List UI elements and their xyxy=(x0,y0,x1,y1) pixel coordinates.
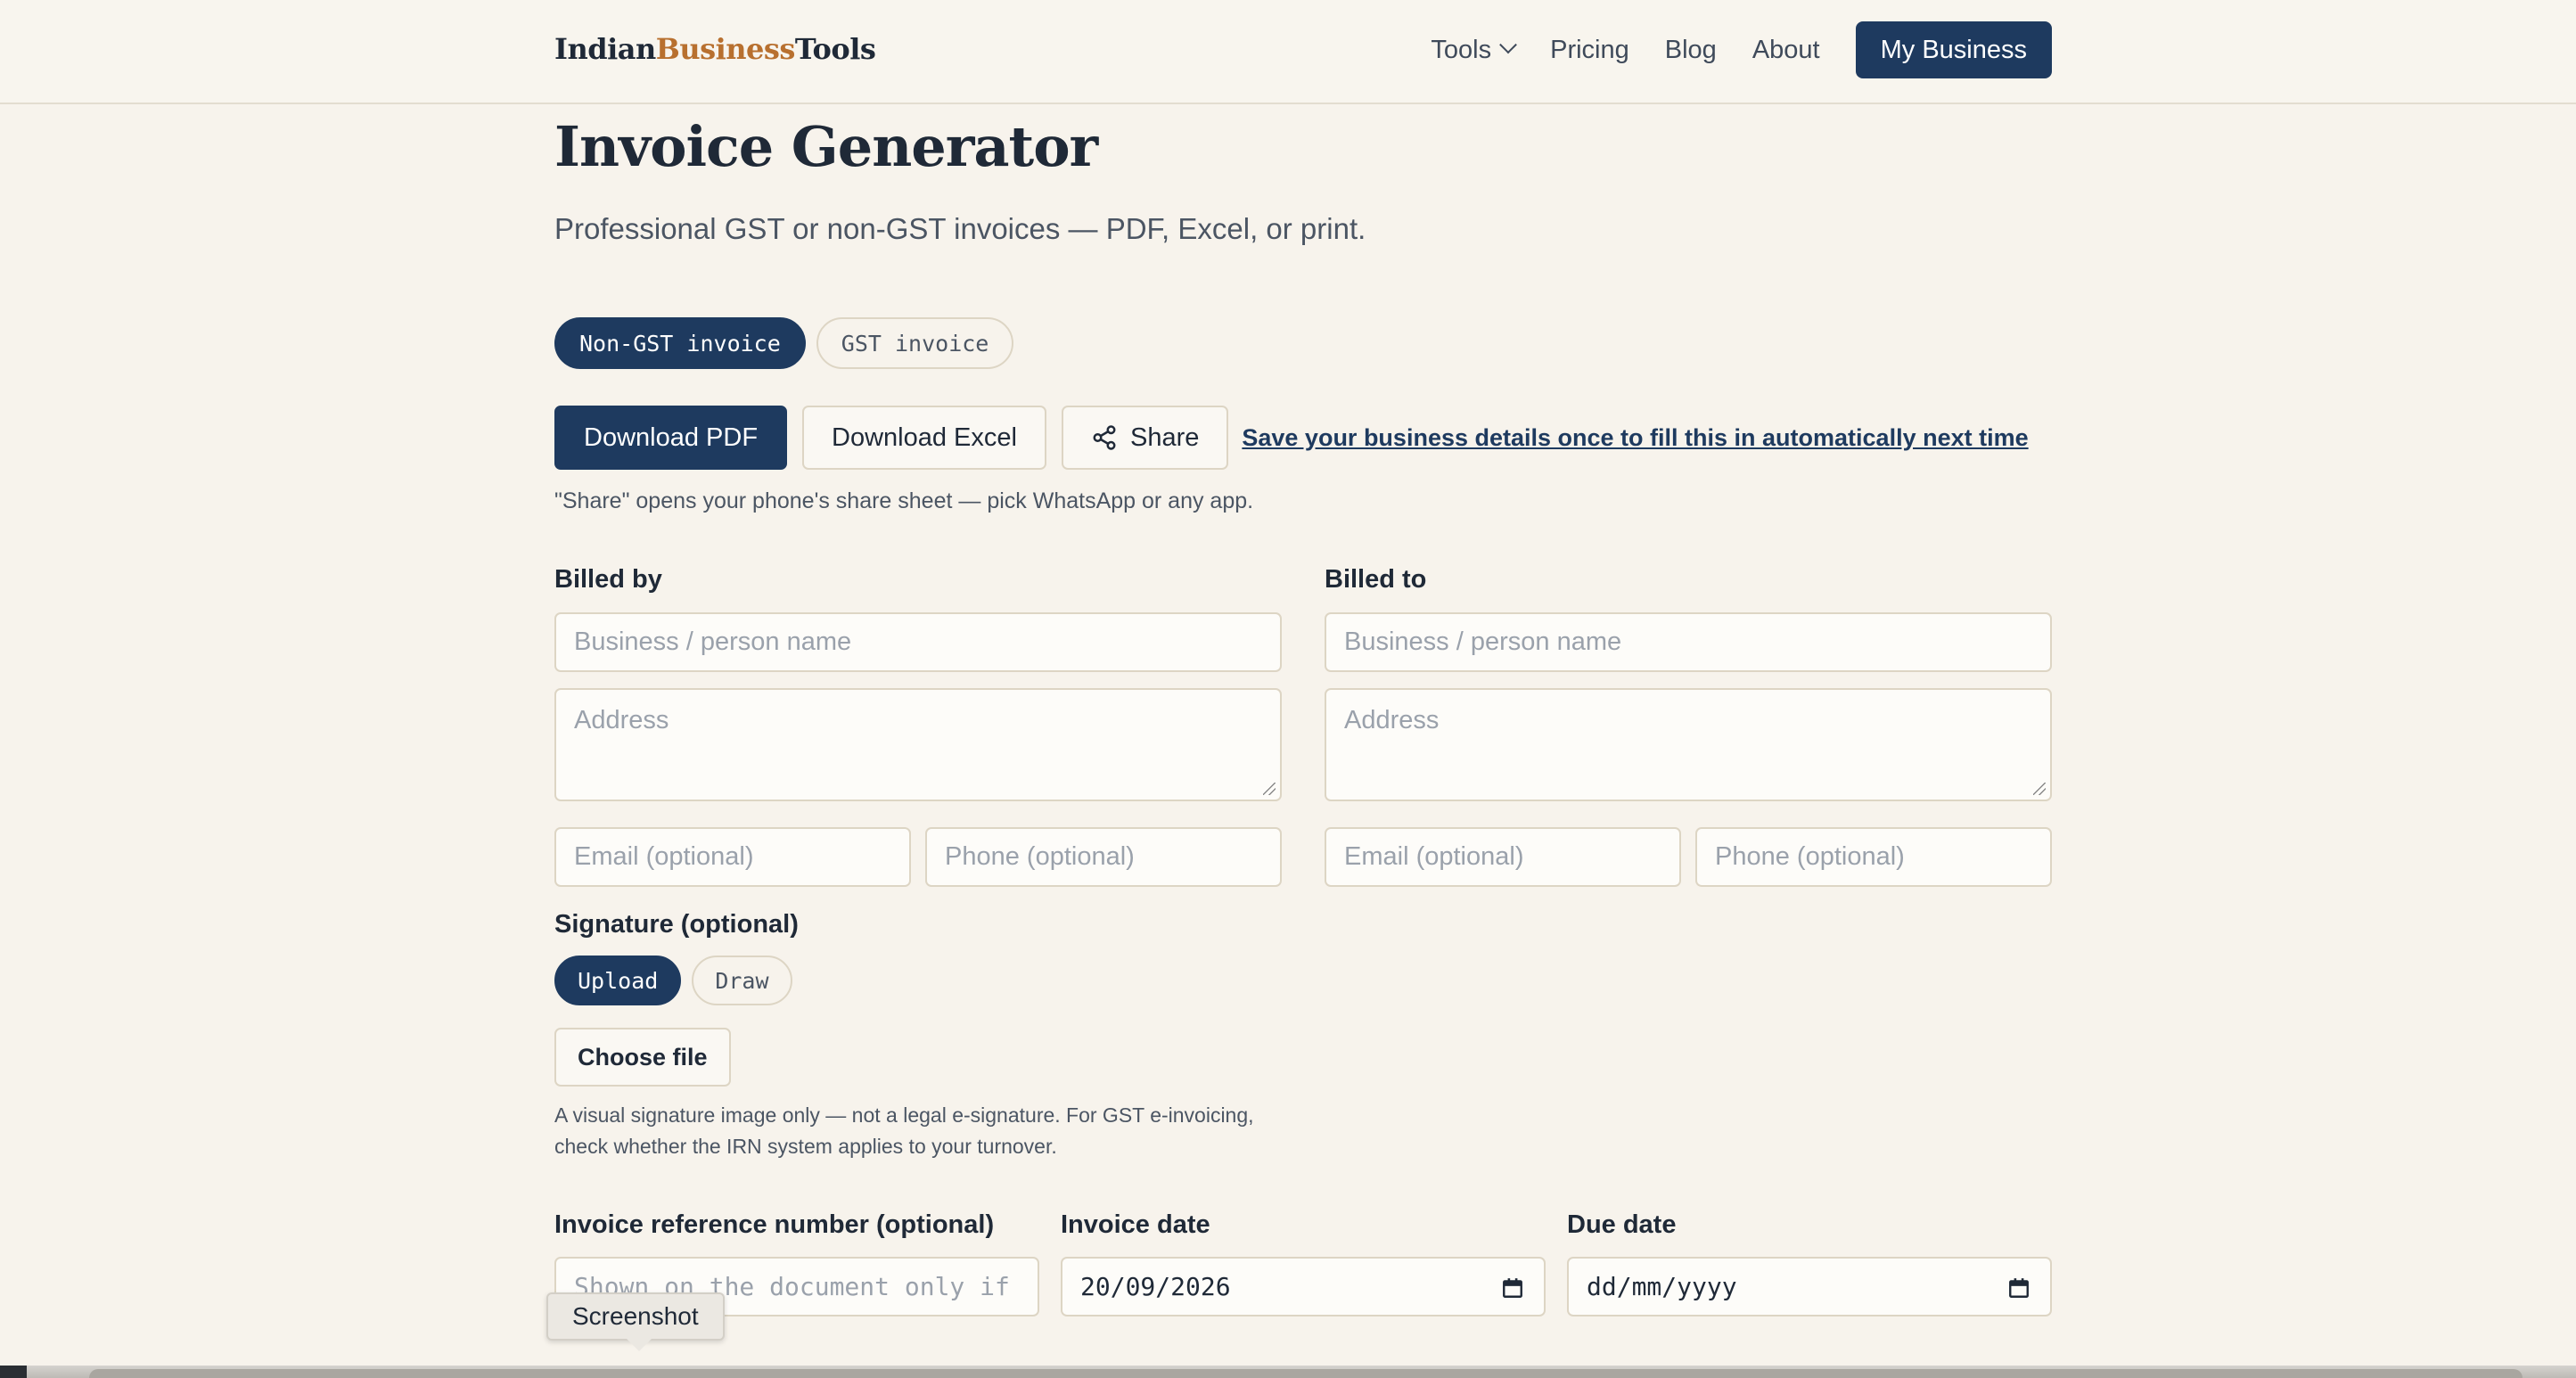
main-nav: Tools Pricing Blog About My Business xyxy=(1431,21,2052,78)
non-gst-invoice-tab[interactable]: Non-GST invoice xyxy=(554,317,806,369)
gst-invoice-tab[interactable]: GST invoice xyxy=(816,317,1014,369)
signature-upload-tab[interactable]: Upload xyxy=(554,956,682,1005)
nav-about[interactable]: About xyxy=(1752,36,1820,65)
billed-to-phone-input[interactable]: Phone (optional) xyxy=(1695,827,2052,887)
billed-by-name-input[interactable]: Business / person name xyxy=(554,612,1282,672)
signature-mode-toggle: Upload Draw xyxy=(554,956,803,1005)
save-business-details-link[interactable]: Save your business details once to fill … xyxy=(1242,424,2028,452)
signature-label: Signature (optional) xyxy=(554,910,799,939)
logo-part-business: Business xyxy=(655,32,796,66)
invoice-reference-label: Invoice reference number (optional) xyxy=(554,1210,995,1239)
bottom-dock-edge xyxy=(0,1366,2576,1378)
top-navbar: IndianBusinessTools Tools Pricing Blog A… xyxy=(0,0,2576,104)
share-icon xyxy=(1093,425,1116,450)
billed-by-phone-input[interactable]: Phone (optional) xyxy=(925,827,1282,887)
billed-to-label: Billed to xyxy=(1325,565,1427,594)
page-title: Invoice Generator xyxy=(554,114,1098,179)
action-toolbar: Download PDF Download Excel Share Save y… xyxy=(554,406,2029,470)
nav-tools-label: Tools xyxy=(1431,35,1492,64)
invoice-date-input[interactable]: 20/09/2026 xyxy=(1061,1257,1546,1316)
billed-by-email-input[interactable]: Email (optional) xyxy=(554,827,911,887)
invoice-date-value: 20/09/2026 xyxy=(1080,1272,1231,1301)
nav-tools-dropdown[interactable]: Tools xyxy=(1431,35,1518,65)
signature-note-line1: A visual signature image only — not a le… xyxy=(554,1103,1254,1127)
calendar-icon[interactable] xyxy=(2007,1276,2030,1300)
due-date-label: Due date xyxy=(1567,1210,1677,1239)
nav-blog[interactable]: Blog xyxy=(1665,36,1717,65)
share-note: "Share" opens your phone's share sheet —… xyxy=(554,488,1254,513)
page-subtitle: Professional GST or non-GST invoices — P… xyxy=(554,212,1366,245)
due-date-placeholder: dd/mm/yyyy xyxy=(1587,1272,1737,1301)
signature-draw-tab[interactable]: Draw xyxy=(692,956,792,1005)
screenshot-tooltip: Screenshot xyxy=(546,1292,725,1351)
logo-part-indian: Indian xyxy=(554,32,656,66)
billed-to-name-input[interactable]: Business / person name xyxy=(1325,612,2052,672)
invoice-type-toggle: Non-GST invoice GST invoice xyxy=(554,317,1024,369)
choose-file-button[interactable]: Choose file xyxy=(554,1028,731,1087)
share-button[interactable]: Share xyxy=(1061,406,1229,470)
download-excel-button[interactable]: Download Excel xyxy=(802,406,1046,470)
chevron-down-icon xyxy=(1499,36,1518,54)
nav-pricing[interactable]: Pricing xyxy=(1550,36,1629,65)
signature-note: A visual signature image only — not a le… xyxy=(554,1100,1285,1162)
download-pdf-button[interactable]: Download PDF xyxy=(554,406,788,470)
invoice-date-label: Invoice date xyxy=(1061,1210,1210,1239)
my-business-button[interactable]: My Business xyxy=(1855,21,2052,78)
billed-by-address-textarea[interactable]: Address xyxy=(554,688,1282,801)
signature-note-line2: check whether the IRN system applies to … xyxy=(554,1135,1057,1158)
due-date-input[interactable]: dd/mm/yyyy xyxy=(1567,1257,2052,1316)
share-label: Share xyxy=(1129,422,1200,452)
billed-to-email-input[interactable]: Email (optional) xyxy=(1325,827,1681,887)
billed-by-label: Billed by xyxy=(554,565,662,594)
logo-part-tools: Tools xyxy=(794,32,876,66)
billed-to-address-textarea[interactable]: Address xyxy=(1325,688,2052,801)
calendar-icon[interactable] xyxy=(1501,1276,1524,1300)
site-logo[interactable]: IndianBusinessTools xyxy=(554,32,876,66)
